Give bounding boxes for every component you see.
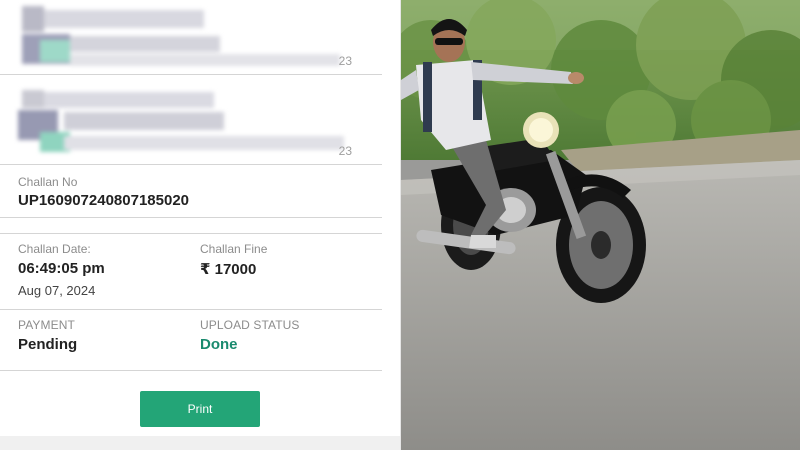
- blurred-row-tail: 23: [338, 144, 352, 158]
- rider-photo: [401, 0, 800, 450]
- print-button[interactable]: Print: [140, 391, 260, 427]
- challan-fine-label: Challan Fine: [200, 242, 268, 256]
- divider: [0, 164, 382, 165]
- divider: [0, 217, 382, 218]
- challan-fine-value: ₹ 17000: [200, 261, 257, 278]
- challan-details-panel: 23 23 Challan No UP160907240807185020 Ch…: [0, 0, 400, 450]
- payment-label: PAYMENT: [18, 318, 75, 332]
- challan-date-value: Aug 07, 2024: [18, 283, 96, 298]
- divider: [0, 233, 382, 234]
- challan-number-label: Challan No: [18, 175, 78, 189]
- payment-status-value: Pending: [18, 336, 78, 353]
- blurred-record-row: 23: [0, 0, 400, 76]
- challan-date-label: Challan Date:: [18, 242, 91, 256]
- photo-illustration: [401, 0, 800, 450]
- divider: [0, 370, 382, 371]
- upload-status-label: UPLOAD STATUS: [200, 318, 300, 332]
- bottom-bar: [0, 436, 400, 450]
- divider: [0, 74, 382, 75]
- challan-time-value: 06:49:05 pm: [18, 260, 105, 277]
- blurred-record-row: 23: [0, 86, 400, 162]
- blurred-row-tail: 23: [338, 54, 352, 68]
- upload-status-value: Done: [200, 336, 238, 353]
- challan-number-value: UP160907240807185020: [18, 192, 189, 209]
- divider: [0, 309, 382, 310]
